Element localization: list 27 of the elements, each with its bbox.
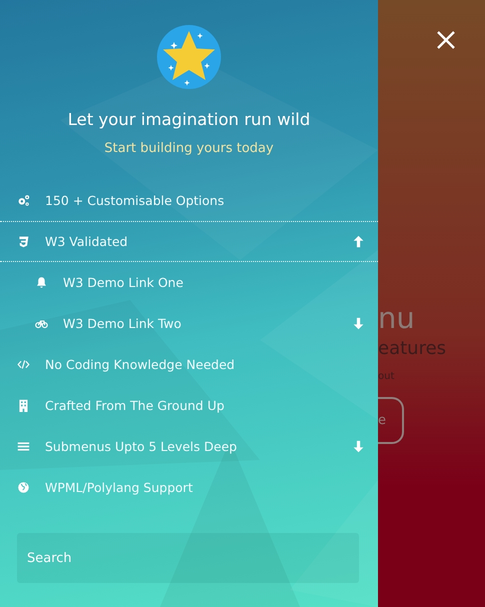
star-logo-icon [157,25,221,89]
arrow-up-icon [352,235,365,248]
page-text: out [378,371,394,382]
menu-item[interactable]: W3 Validated [0,221,378,262]
close-icon [436,30,456,50]
arrow-down-icon [352,440,365,453]
bell-icon [35,276,48,289]
page-heading: nu [378,300,415,336]
building-icon [17,399,30,412]
css-shield-icon [17,235,30,248]
menu-item[interactable]: WPML/Polylang Support [0,467,378,508]
menu-title: Let your imagination run wild [68,110,310,129]
outline-button[interactable]: e [378,397,404,444]
page-subheading: eatures [378,338,446,359]
menu-item[interactable]: Crafted From The Ground Up [0,385,378,426]
close-button[interactable] [435,29,457,51]
menu-item[interactable]: W3 Demo Link Two [0,303,378,344]
menu-icon [17,440,30,453]
code-icon [17,358,30,371]
gears-icon [17,194,30,207]
menu-item[interactable]: Submenus Upto 5 Levels Deep [0,426,378,467]
menu-item[interactable]: 150 + Customisable Options [0,180,378,221]
menu-item[interactable]: W3 Demo Link One [0,262,378,303]
globe-icon [17,481,30,494]
menu-subtitle: Start building yours today [104,141,274,156]
menu-item[interactable]: No Coding Knowledge Needed [0,344,378,385]
arrow-down-icon [352,317,365,330]
